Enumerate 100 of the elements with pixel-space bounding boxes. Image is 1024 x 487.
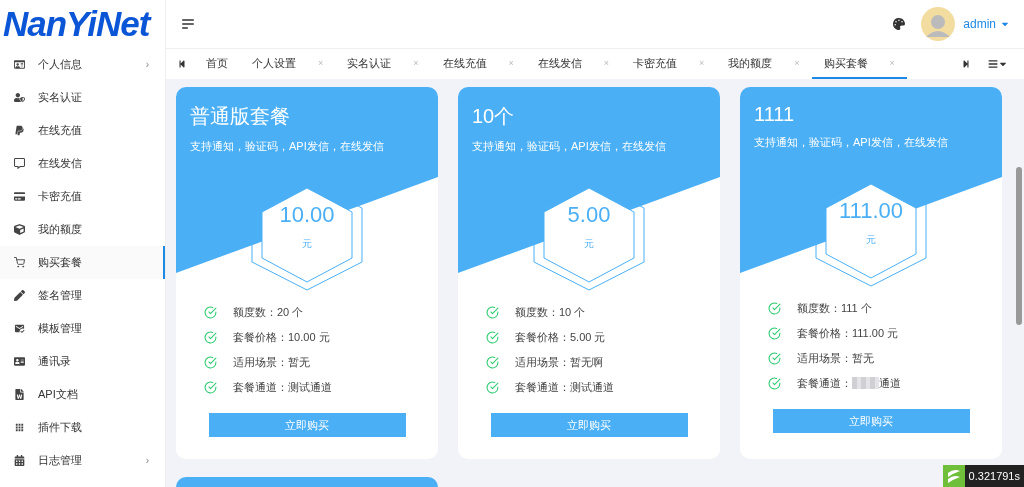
menu-icon[interactable] [180,16,196,32]
menu-item-icon [14,323,26,334]
sidebar-item[interactable]: 日志管理 › [0,444,165,477]
sidebar-label: 通讯录 [38,354,72,369]
check-circle-icon [204,330,217,344]
check-circle-icon [204,380,217,394]
tab-label: 卡密充值 [633,55,678,71]
sidebar-label: 模板管理 [38,321,83,336]
package-subtitle: 支持通知，验证码，API发信，在线发信 [190,139,385,154]
check-circle-icon [486,330,499,344]
sidebar-item[interactable]: 模板管理 [0,312,165,345]
check-circle-icon [768,351,781,365]
check-circle-icon [768,301,781,315]
price-unit: 元 [302,237,312,251]
tab[interactable]: 在线充值 × [430,49,526,79]
scrollbar-thumb[interactable] [1016,167,1022,325]
feature-text: 适用场景：暂无啊 [515,354,603,370]
feature-text: 套餐通道：测试通道 [515,379,614,395]
tab-label: 在线发信 [537,55,582,71]
menu-item-icon [14,257,26,268]
sidebar-label: 在线充值 [38,123,83,138]
tab[interactable]: 卡密充值 × [621,49,717,79]
sidebar-item[interactable]: 实名认证 [0,81,165,114]
tab[interactable]: 实名认证 × [335,49,431,79]
menu-item-icon [14,59,26,70]
sidebar-label: 个人信息 [38,57,83,72]
feature-text: 额度数：10 个 [515,304,586,320]
tab-label: 首页 [206,55,228,71]
tab-label: 在线充值 [442,55,487,71]
tab[interactable]: 个人设置 × [240,49,336,79]
sidebar-item[interactable]: 购买套餐 [0,246,165,279]
feature-text: 适用场景：暂无 [797,350,874,366]
tab[interactable]: 购买套餐 × [811,49,907,79]
tab[interactable]: 在线发信 × [525,49,622,79]
sidebar-item[interactable]: 签名管理 [0,279,165,312]
menu-item-icon [14,356,26,367]
palette-icon[interactable] [893,18,906,30]
tab-label: 个人设置 [252,55,296,71]
price-unit: 元 [866,233,876,247]
sidebar-item[interactable]: API文档 [0,378,165,411]
sidebar-label: 签名管理 [38,288,83,303]
sidebar-label: 卡密充值 [38,189,83,204]
price: 111.00 [839,198,903,224]
feature-text: 适用场景：暂无 [233,354,310,370]
menu-item-icon [14,224,26,235]
sidebar-item[interactable]: 个人信息 › [0,48,165,81]
tab-label: 购买套餐 [823,55,868,71]
price-unit: 元 [584,237,594,251]
package-subtitle: 支持通知，验证码，API发信，在线发信 [754,135,949,150]
package-title: 1111 [754,103,796,126]
package-title: 普通版套餐 [190,104,291,129]
tab-label: 我的额度 [728,55,773,71]
feature-text: 额度数：111 个 [797,300,872,316]
feature-text: 额度数：20 个 [233,304,304,320]
feature-text: 套餐通道：测试通道 [233,379,332,395]
sidebar-label: API文档 [38,387,79,402]
tab[interactable]: 我的额度 × [716,49,812,79]
sidebar-label: 在线发信 [38,156,83,171]
check-circle-icon [204,355,217,369]
chevron: › [145,455,149,466]
logo: NanYiNet [2,3,153,45]
sidebar-item[interactable]: 通讯录 [0,345,165,378]
menu-item-icon [14,389,26,400]
user-name[interactable]: admin [963,17,996,31]
menu-item-icon [14,92,26,103]
menu-item-icon [14,290,26,301]
price: 5.00 [567,202,611,228]
feature-text: 套餐价格：10.00 元 [233,329,330,345]
check-circle-icon [204,305,217,319]
menu-item-icon [14,158,26,169]
sidebar-label: 日志管理 [38,453,83,468]
sidebar-label: 购买套餐 [38,255,83,270]
sidebar-label: 插件下载 [38,420,83,435]
menu-item-icon [14,125,26,136]
sidebar-item[interactable]: 插件下载 [0,411,165,444]
sidebar-item[interactable]: 卡密充值 [0,180,165,213]
timer-text: 0.321791s [964,465,1024,487]
menu-item-icon [14,455,26,466]
package-subtitle: 支持通知，验证码，API发信，在线发信 [472,139,667,154]
check-circle-icon [486,380,499,394]
tab[interactable]: 首页 [194,49,240,79]
sidebar-item[interactable]: 我的额度 [0,213,165,246]
chevron: › [145,59,149,70]
timer-logo-icon [942,465,965,487]
package-title: 10个 [472,104,516,129]
feature-text: 套餐价格：111.00 元 [797,325,899,341]
price: 10.00 [279,202,335,228]
menu-item-icon [14,422,26,433]
feature-text: 套餐通道： 通道 [797,375,901,391]
check-circle-icon [486,305,499,319]
feature-text: 套餐价格：5.00 元 [515,329,606,345]
sidebar-label: 实名认证 [38,90,83,105]
check-circle-icon [486,355,499,369]
check-circle-icon [768,326,781,340]
check-circle-icon [768,376,781,390]
menu-item-icon [14,191,26,202]
tab-label: 实名认证 [347,55,392,71]
sidebar-item[interactable]: 在线发信 [0,147,165,180]
sidebar-label: 我的额度 [38,222,83,237]
sidebar-item[interactable]: 在线充值 [0,114,165,147]
